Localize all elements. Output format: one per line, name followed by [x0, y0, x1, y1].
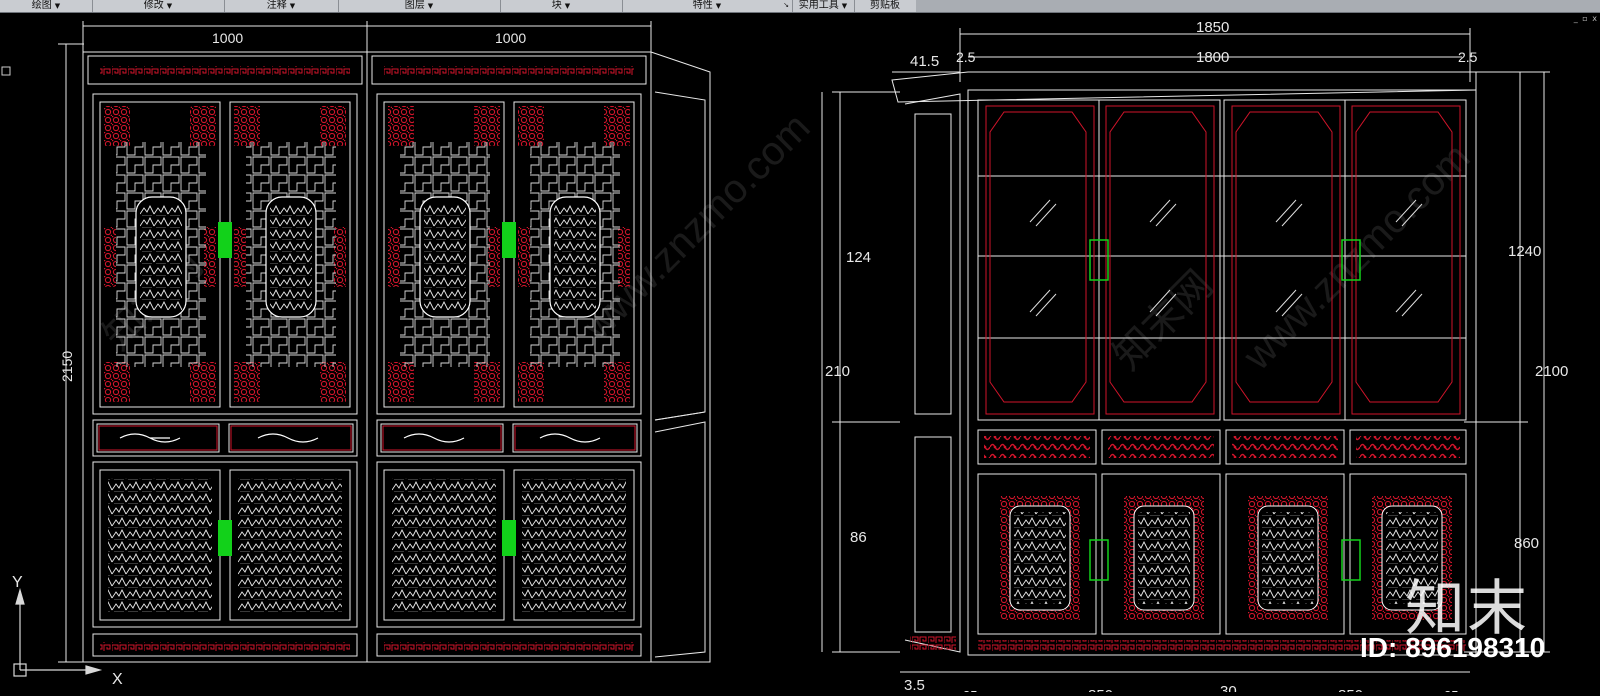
- ribbon-group-label: 实用工具: [798, 0, 839, 11]
- ribbon-group-utilities[interactable]: 实用工具 ▼: [792, 0, 855, 12]
- ribbon-group-label: 剪贴板: [870, 0, 900, 11]
- panel-launcher-icon[interactable]: ↘: [783, 0, 789, 11]
- dim-text: 30: [1220, 683, 1237, 692]
- dim-text: 25: [1444, 688, 1458, 692]
- cad-drawing[interactable]: 知末网 www.znzmo.com 知末网 www.znzmo.com: [0, 12, 1600, 696]
- right-cabinet-red-carving: [910, 436, 1466, 652]
- ribbon-group-label: 绘图: [31, 0, 52, 11]
- drawing-canvas[interactable]: 知末网 www.znzmo.com 知末网 www.znzmo.com: [0, 12, 1600, 696]
- dim-text: 1000: [212, 30, 243, 46]
- dim-text: 2.5: [956, 49, 976, 65]
- faint-watermark: www.znzmo.com: [1235, 135, 1479, 379]
- chevron-down-icon: ▼: [715, 2, 722, 10]
- dim-text: 2150: [59, 351, 75, 382]
- chevron-down-icon: ▼: [427, 2, 434, 10]
- dim-text: 860: [1514, 535, 1539, 552]
- dim-text: 35: [963, 688, 977, 692]
- ribbon-group-label: 图层: [404, 0, 425, 11]
- dim-text: 1000: [495, 30, 526, 46]
- ribbon-group-label: 特性: [692, 0, 713, 11]
- chevron-down-icon: ▼: [564, 2, 571, 10]
- axis-label-y: Y: [12, 574, 23, 591]
- dim-text: 41.5: [910, 53, 939, 70]
- ribbon-group-label: 修改: [143, 0, 164, 11]
- dim-text: 86: [850, 529, 867, 546]
- faint-watermark: 知末网: [1105, 262, 1221, 378]
- dim-text: 1850: [1196, 19, 1229, 36]
- ribbon-group-properties[interactable]: 特性 ▼ ↘: [622, 0, 793, 12]
- watermark-id: ID: 896198310: [1360, 632, 1546, 663]
- chevron-down-icon: ▼: [841, 2, 848, 10]
- dim-text: 850: [1088, 687, 1113, 692]
- dim-text: 3.5: [904, 677, 925, 692]
- ribbon-group-draw[interactable]: 绘图 ▼: [0, 0, 93, 12]
- ribbon-group-modify[interactable]: 修改 ▼: [92, 0, 225, 12]
- ribbon-group-block[interactable]: 块 ▼: [500, 0, 623, 12]
- dim-text: 2100: [1535, 363, 1568, 380]
- dim-text: 210: [825, 363, 850, 380]
- dim-text: 2.5: [1458, 49, 1478, 65]
- ribbon-group-annotate[interactable]: 注释 ▼: [224, 0, 339, 12]
- ribbon-group-label: 注释: [266, 0, 287, 11]
- chevron-down-icon: ▼: [166, 2, 173, 10]
- right-cabinet-red-frames: [985, 105, 1461, 415]
- ribbon-group-clipboard[interactable]: 剪贴板: [854, 0, 917, 12]
- chevron-down-icon: ▼: [289, 2, 296, 10]
- ribbon-group-label: 块: [551, 0, 562, 11]
- dim-text: 1240: [1508, 243, 1541, 260]
- dim-text: 124: [846, 249, 871, 266]
- chevron-down-icon: ▼: [54, 2, 61, 10]
- viewcube-marker[interactable]: [1, 66, 11, 76]
- ucs-axis-icon: [13, 587, 103, 677]
- dim-text: 1800: [1196, 49, 1229, 66]
- ribbon-group-layers[interactable]: 图层 ▼: [338, 0, 501, 12]
- ribbon-empty-area: [916, 0, 1600, 12]
- dim-text: 850: [1338, 687, 1363, 692]
- axis-label-x: X: [112, 671, 123, 688]
